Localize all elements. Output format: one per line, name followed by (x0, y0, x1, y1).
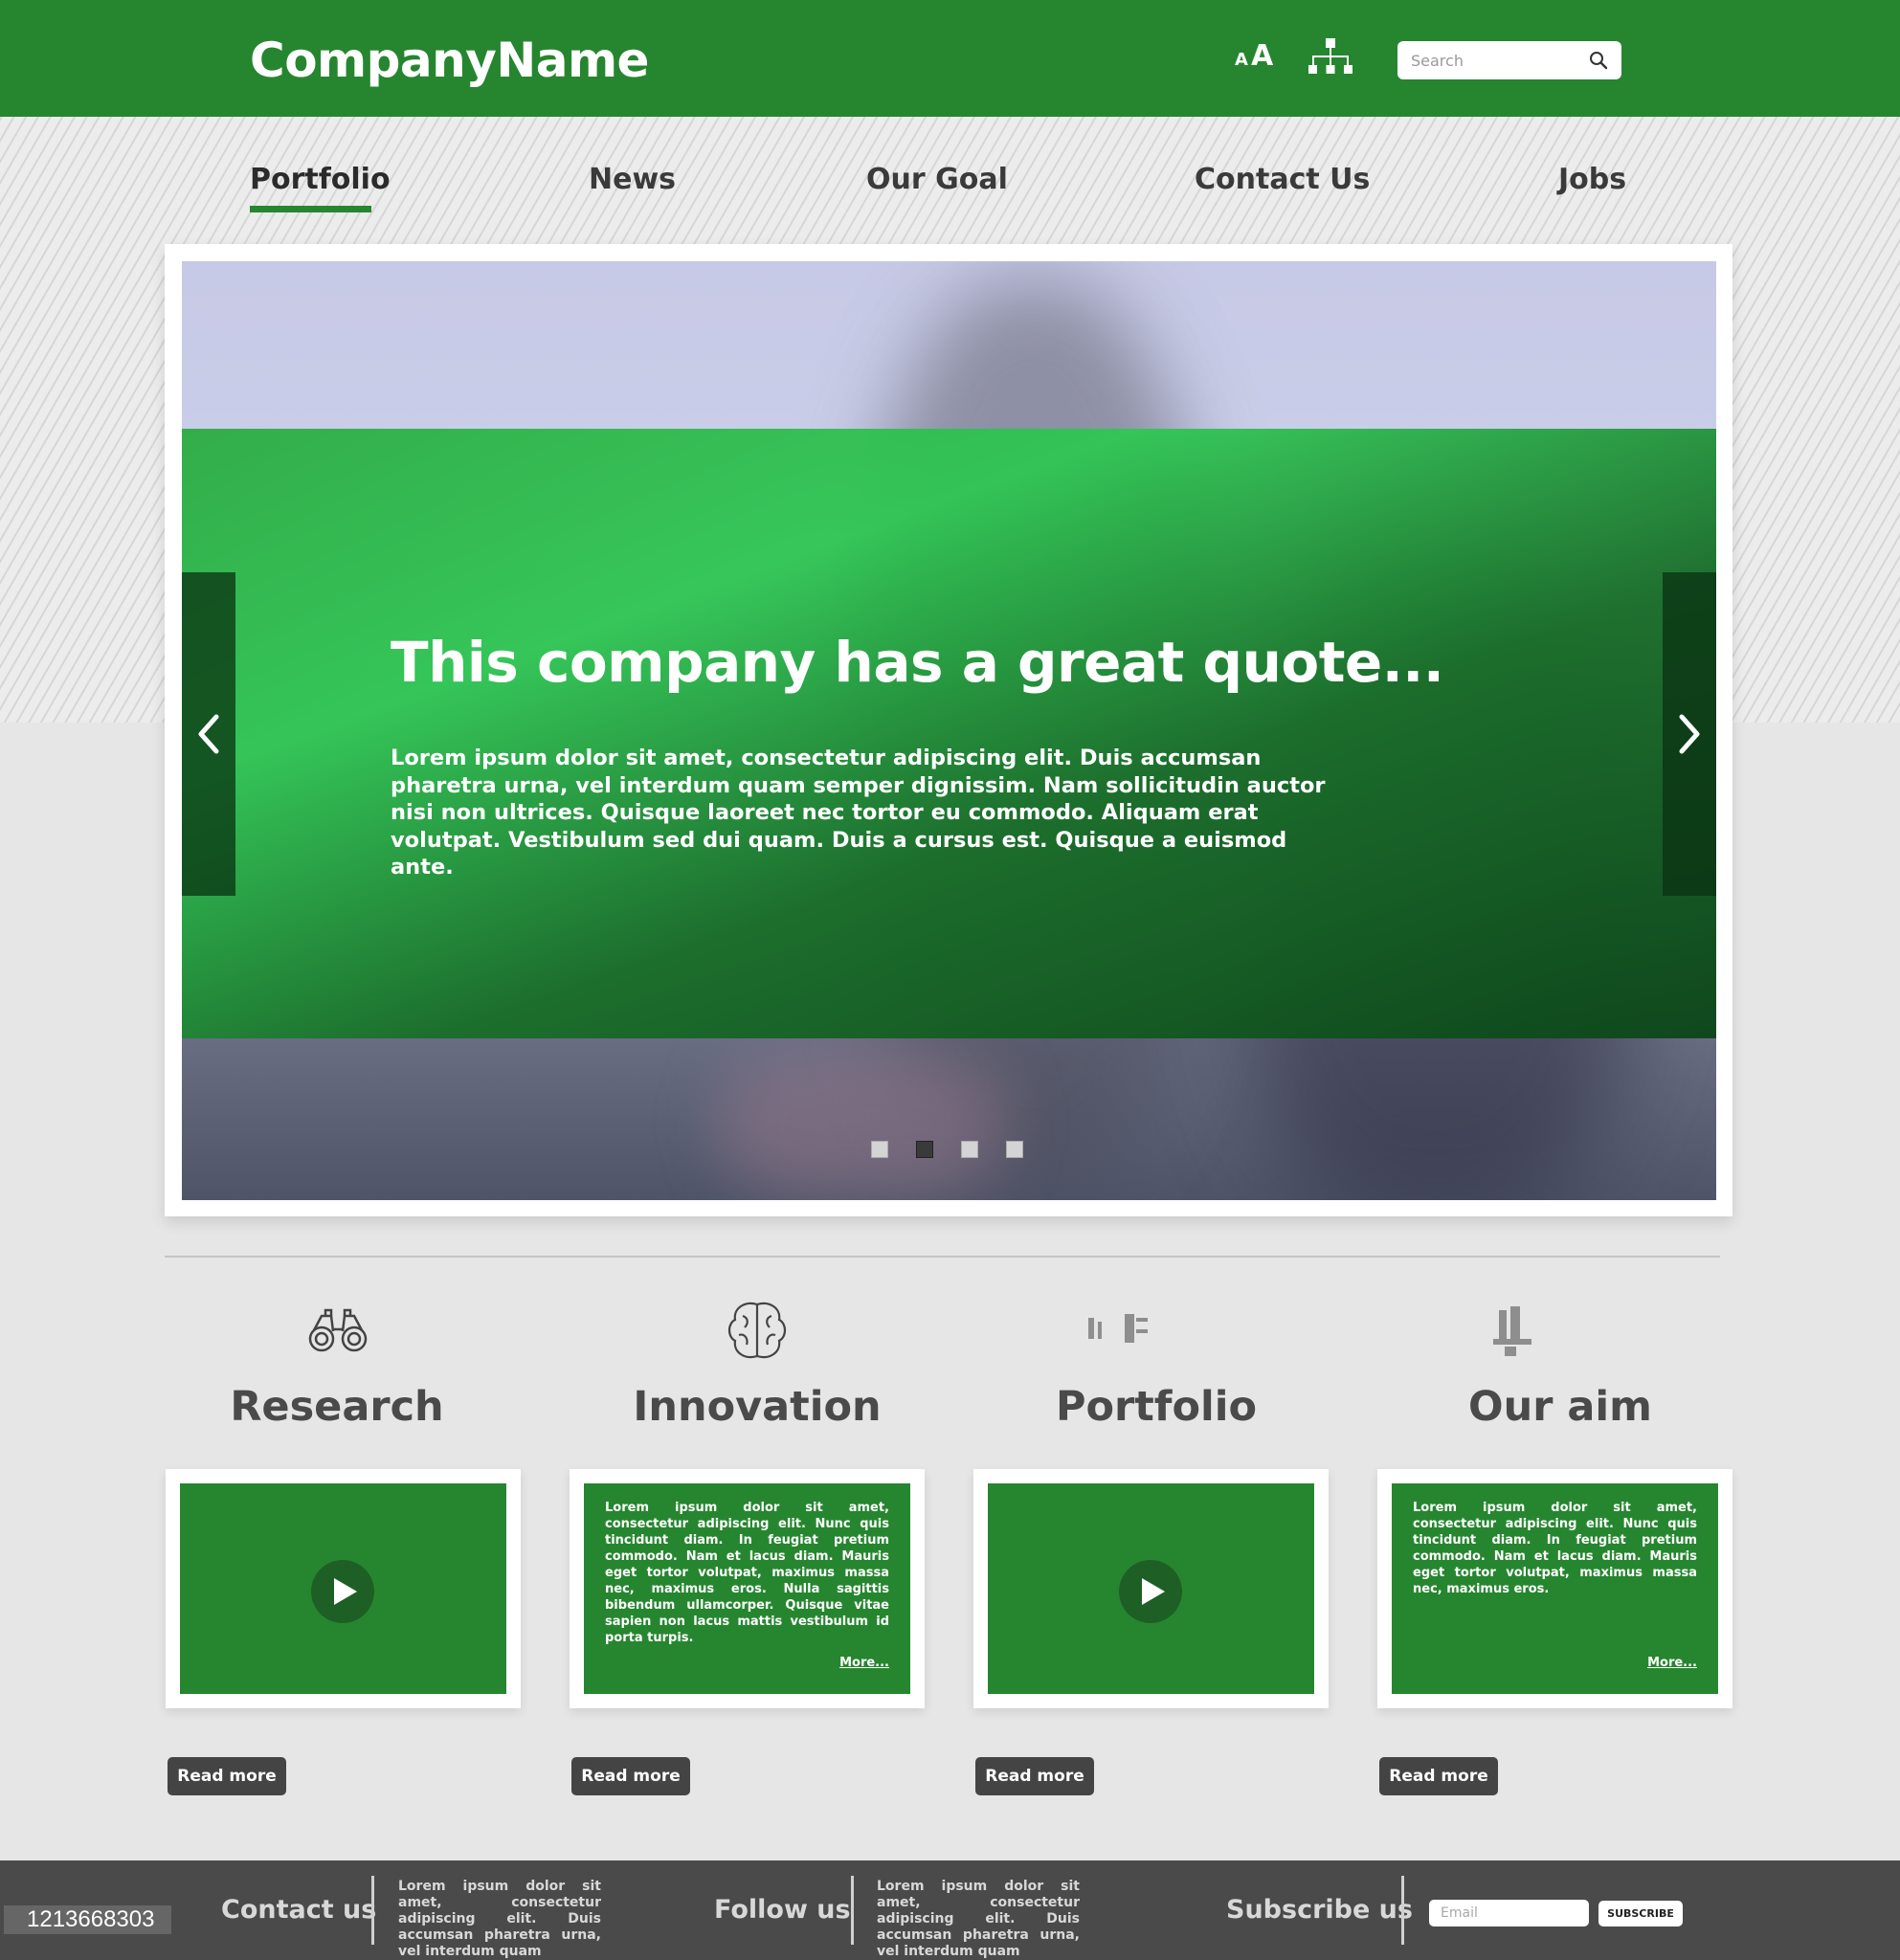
footer-subscribe-heading: Subscribe us (1226, 1895, 1413, 1925)
chevron-left-icon (198, 714, 219, 754)
read-more-button[interactable]: Read more (975, 1757, 1094, 1795)
more-link[interactable]: More... (1647, 1656, 1697, 1670)
feature-card-portfolio (973, 1469, 1329, 1708)
nav-item-our-goal[interactable]: Our Goal (866, 163, 1008, 196)
play-button[interactable] (311, 1560, 374, 1623)
search-box[interactable] (1397, 41, 1621, 79)
text-panel: Lorem ipsum dolor sit amet, consectetur … (584, 1483, 910, 1694)
font-increase-button[interactable]: A (1251, 39, 1273, 73)
email-field[interactable] (1429, 1900, 1589, 1927)
play-icon (1142, 1578, 1165, 1605)
feature-title-portfolio: Portfolio (1055, 1383, 1258, 1431)
video-thumbnail[interactable] (988, 1483, 1314, 1694)
nav-item-portfolio[interactable]: Portfolio (250, 163, 391, 196)
phone-number: 1213668303 (4, 1905, 171, 1934)
feature-title-research: Research (230, 1383, 444, 1431)
brain-icon (727, 1302, 787, 1359)
play-icon (334, 1578, 357, 1605)
read-more-button[interactable]: Read more (1379, 1757, 1498, 1795)
feature-title-innovation: Innovation (633, 1383, 882, 1431)
slider-dots (871, 1141, 1034, 1160)
nav-item-contact-us[interactable]: Contact Us (1195, 163, 1370, 196)
card-text: Lorem ipsum dolor sit amet, consectetur … (605, 1501, 889, 1645)
slide-body: Lorem ipsum dolor sit amet, consectetur … (391, 746, 1326, 880)
subscribe-button[interactable]: SUBSCRIBE (1598, 1901, 1683, 1927)
slider-dot-active[interactable] (916, 1141, 933, 1158)
nav-item-jobs[interactable]: Jobs (1558, 163, 1626, 196)
font-decrease-button[interactable]: A (1235, 50, 1248, 70)
quote-band (182, 429, 1716, 1038)
section-divider (165, 1256, 1720, 1258)
feature-card-research (166, 1469, 521, 1708)
hero-slider: This company has a great quote... Lorem … (182, 261, 1716, 1200)
video-thumbnail[interactable] (180, 1483, 506, 1694)
feature-card-our-aim: Lorem ipsum dolor sit amet, consectetur … (1377, 1469, 1732, 1708)
slider-dot[interactable] (961, 1141, 978, 1158)
feature-title-our-aim: Our aim (1468, 1383, 1652, 1431)
sitemap-icon[interactable] (1308, 38, 1353, 77)
background-photo-blur (718, 1046, 1005, 1199)
slider-dot[interactable] (1006, 1141, 1023, 1158)
search-input[interactable] (1411, 47, 1583, 74)
read-more-button[interactable]: Read more (168, 1757, 286, 1795)
footer-separator (1401, 1876, 1404, 1945)
footer-contact-heading[interactable]: Contact us (221, 1895, 376, 1925)
footer-separator (851, 1876, 854, 1945)
footer-contact-text: Lorem ipsum dolor sit amet, consectetur … (398, 1879, 601, 1959)
slider-dot[interactable] (871, 1141, 888, 1158)
footer-follow-heading[interactable]: Follow us (714, 1895, 851, 1925)
portfolio-icon (1088, 1314, 1148, 1343)
card-text: Lorem ipsum dolor sit amet, consectetur … (1413, 1501, 1697, 1596)
text-panel: Lorem ipsum dolor sit amet, consectetur … (1392, 1483, 1718, 1694)
slide-title: This company has a great quote... (391, 630, 1444, 695)
font-size-control[interactable]: AA (1235, 42, 1273, 71)
slider-next-button[interactable] (1663, 572, 1716, 896)
read-more-button[interactable]: Read more (571, 1757, 690, 1795)
aim-icon (1493, 1306, 1531, 1356)
slider-prev-button[interactable] (182, 572, 235, 896)
chevron-right-icon (1679, 714, 1700, 754)
search-icon[interactable] (1589, 51, 1608, 70)
more-link[interactable]: More... (839, 1656, 889, 1670)
active-nav-indicator (250, 206, 371, 212)
play-button[interactable] (1119, 1560, 1182, 1623)
nav-item-news[interactable]: News (589, 163, 676, 196)
company-logo[interactable]: CompanyName (250, 33, 649, 88)
footer-separator (371, 1876, 374, 1945)
binoculars-icon (308, 1308, 368, 1352)
feature-card-innovation: Lorem ipsum dolor sit amet, consectetur … (570, 1469, 925, 1708)
footer-follow-text: Lorem ipsum dolor sit amet, consectetur … (877, 1879, 1080, 1959)
